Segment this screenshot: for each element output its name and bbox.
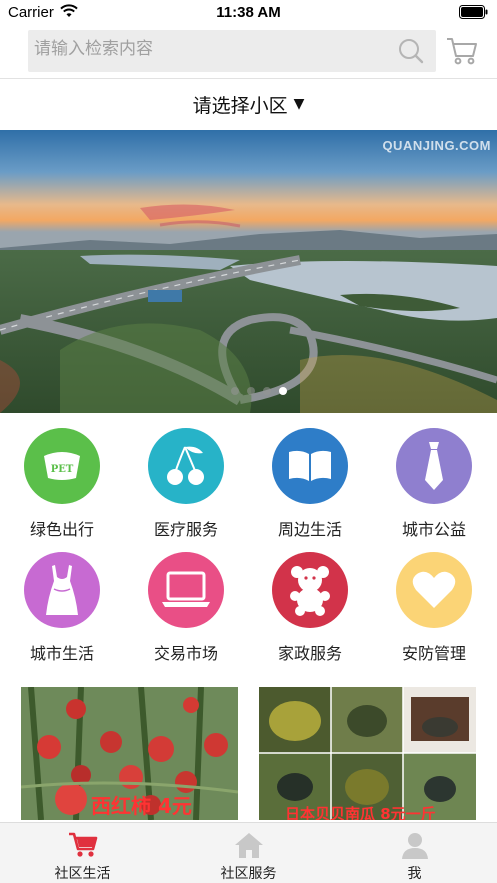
carousel-dot[interactable] bbox=[230, 387, 239, 395]
carousel-dot[interactable] bbox=[246, 387, 255, 395]
teddy-bear-icon bbox=[290, 566, 330, 616]
service-icon-bg bbox=[396, 428, 472, 504]
carousel-dots bbox=[0, 387, 497, 395]
tab-label: 社区生活 bbox=[54, 866, 111, 882]
service-public-welfare[interactable]: 城市公益 bbox=[372, 428, 496, 540]
tab-bar: 社区生活 社区服务 我 bbox=[0, 822, 497, 883]
product-card-pumpkin[interactable]: 日本贝贝南瓜 8元一斤 bbox=[259, 687, 476, 820]
service-label: 安防管理 bbox=[401, 644, 466, 663]
service-icon-bg bbox=[148, 428, 224, 504]
laptop-icon bbox=[162, 571, 210, 607]
tab-community-service[interactable]: 社区服务 bbox=[166, 823, 331, 883]
product-caption: 西红柿 4元 bbox=[91, 794, 192, 818]
pet-bowl-icon: PET bbox=[44, 452, 80, 480]
banner-watermark: QUANJING.COM bbox=[382, 138, 491, 153]
dress-icon bbox=[46, 565, 78, 615]
community-selector[interactable]: 请选择小区 ▼ bbox=[0, 80, 497, 128]
product-image bbox=[259, 687, 476, 820]
service-security[interactable]: 安防管理 bbox=[372, 552, 496, 664]
service-label: 交易市场 bbox=[153, 644, 218, 663]
dropdown-arrow-icon: ▼ bbox=[293, 96, 305, 112]
service-label: 家政服务 bbox=[277, 644, 342, 663]
battery-icon bbox=[459, 5, 488, 19]
svg-text:PET: PET bbox=[51, 464, 74, 475]
tab-community-life[interactable]: 社区生活 bbox=[0, 823, 165, 883]
service-nearby-life[interactable]: 周边生活 bbox=[248, 428, 372, 540]
service-icon-bg: PET bbox=[24, 428, 100, 504]
service-label: 周边生活 bbox=[277, 520, 342, 539]
cherry-icon bbox=[167, 446, 204, 485]
status-time: 11:38 AM bbox=[216, 4, 281, 21]
service-market[interactable]: 交易市场 bbox=[124, 552, 248, 664]
tie-icon bbox=[425, 442, 443, 490]
tab-me[interactable]: 我 bbox=[332, 823, 497, 883]
cart-icon bbox=[68, 832, 97, 857]
tab-label: 社区服务 bbox=[220, 866, 277, 882]
divider bbox=[0, 78, 497, 79]
home-icon bbox=[234, 833, 263, 858]
tab-label: 我 bbox=[407, 866, 422, 882]
service-city-life[interactable]: 城市生活 bbox=[0, 552, 124, 664]
search-bar bbox=[28, 30, 436, 72]
cart-icon[interactable] bbox=[446, 36, 478, 66]
banner-carousel[interactable]: QUANJING.COM bbox=[0, 130, 497, 413]
service-icon-bg bbox=[272, 552, 348, 628]
heart-icon bbox=[412, 571, 456, 608]
banner-image bbox=[0, 130, 497, 413]
service-medical[interactable]: 医疗服务 bbox=[124, 428, 248, 540]
service-label: 城市公益 bbox=[401, 520, 466, 539]
service-icon-bg bbox=[24, 552, 100, 628]
search-input[interactable] bbox=[34, 39, 384, 59]
service-green-travel[interactable]: PET 绿色出行 bbox=[0, 428, 124, 540]
service-icon-bg bbox=[272, 428, 348, 504]
carousel-dot-active[interactable] bbox=[278, 387, 287, 395]
community-label: 请选择小区 bbox=[192, 94, 288, 117]
service-icon-bg bbox=[148, 552, 224, 628]
search-icon[interactable] bbox=[398, 38, 424, 64]
service-icon-bg bbox=[396, 552, 472, 628]
book-icon bbox=[289, 450, 331, 481]
service-housekeeping[interactable]: 家政服务 bbox=[248, 552, 372, 664]
person-icon bbox=[401, 833, 428, 859]
service-label: 医疗服务 bbox=[153, 520, 218, 539]
service-label: 城市生活 bbox=[29, 644, 94, 663]
carousel-dot[interactable] bbox=[262, 387, 271, 395]
product-card-tomato[interactable]: 西红柿 4元 bbox=[21, 687, 238, 820]
status-bar: Carrier 11:38 AM bbox=[0, 0, 497, 26]
service-label: 绿色出行 bbox=[29, 520, 94, 539]
product-caption: 日本贝贝南瓜 8元一斤 bbox=[285, 805, 436, 820]
